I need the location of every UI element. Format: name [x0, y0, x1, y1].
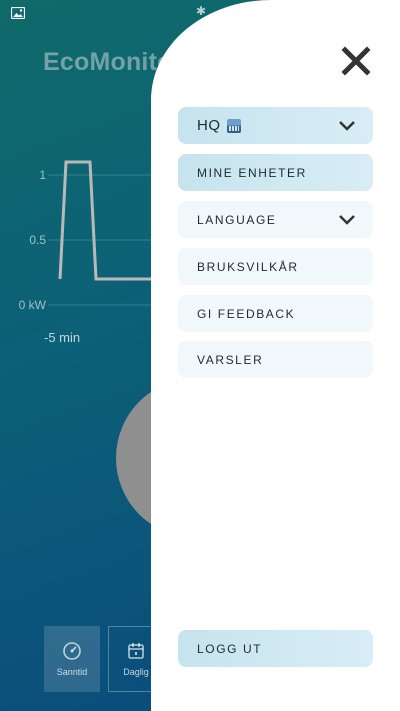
calendar-icon [128, 643, 144, 659]
image-notification-icon [11, 7, 25, 19]
y-tick-label: 0 kW [19, 298, 47, 312]
tab-daglig-label: Daglig [123, 667, 149, 677]
y-tick-label: 0.5 [29, 233, 46, 247]
menu-item-gi-feedback-label: GI FEEDBACK [197, 306, 296, 321]
navigation-drawer: HQ MINE ENHETER LANGUAGE BRUKSVILKÅR GI … [151, 0, 400, 711]
gauge-icon [63, 642, 81, 660]
menu-item-varsler[interactable]: VARSLER [178, 341, 373, 378]
menu-item-mine-enheter-label: MINE ENHETER [197, 165, 307, 180]
location-label-group: HQ [197, 117, 241, 134]
x-tick-label: -5 min [44, 330, 80, 345]
close-icon[interactable] [341, 46, 371, 76]
menu-item-language[interactable]: LANGUAGE [178, 201, 373, 238]
power-series-line [58, 160, 160, 281]
chevron-down-icon [339, 120, 355, 131]
menu-item-bruksvilkar-label: BRUKSVILKÅR [197, 259, 299, 274]
menu-item-language-label: LANGUAGE [197, 212, 277, 227]
logout-button[interactable]: LOGG UT [178, 630, 373, 667]
power-chart: 1 0.5 0 kW -5 min [19, 160, 160, 345]
tab-sanntid[interactable]: Sanntid [44, 626, 100, 692]
tab-sanntid-label: Sanntid [56, 667, 88, 677]
y-tick-label: 1 [39, 168, 46, 182]
cityscape-icon [226, 118, 241, 133]
logout-label: LOGG UT [197, 641, 263, 656]
menu-item-bruksvilkar[interactable]: BRUKSVILKÅR [178, 248, 373, 285]
menu-item-varsler-label: VARSLER [197, 352, 264, 367]
chevron-down-icon [339, 214, 355, 225]
location-selector[interactable]: HQ [178, 107, 373, 144]
menu-item-mine-enheter[interactable]: MINE ENHETER [178, 154, 373, 191]
location-label: HQ [197, 117, 221, 134]
menu-item-gi-feedback[interactable]: GI FEEDBACK [178, 295, 373, 332]
